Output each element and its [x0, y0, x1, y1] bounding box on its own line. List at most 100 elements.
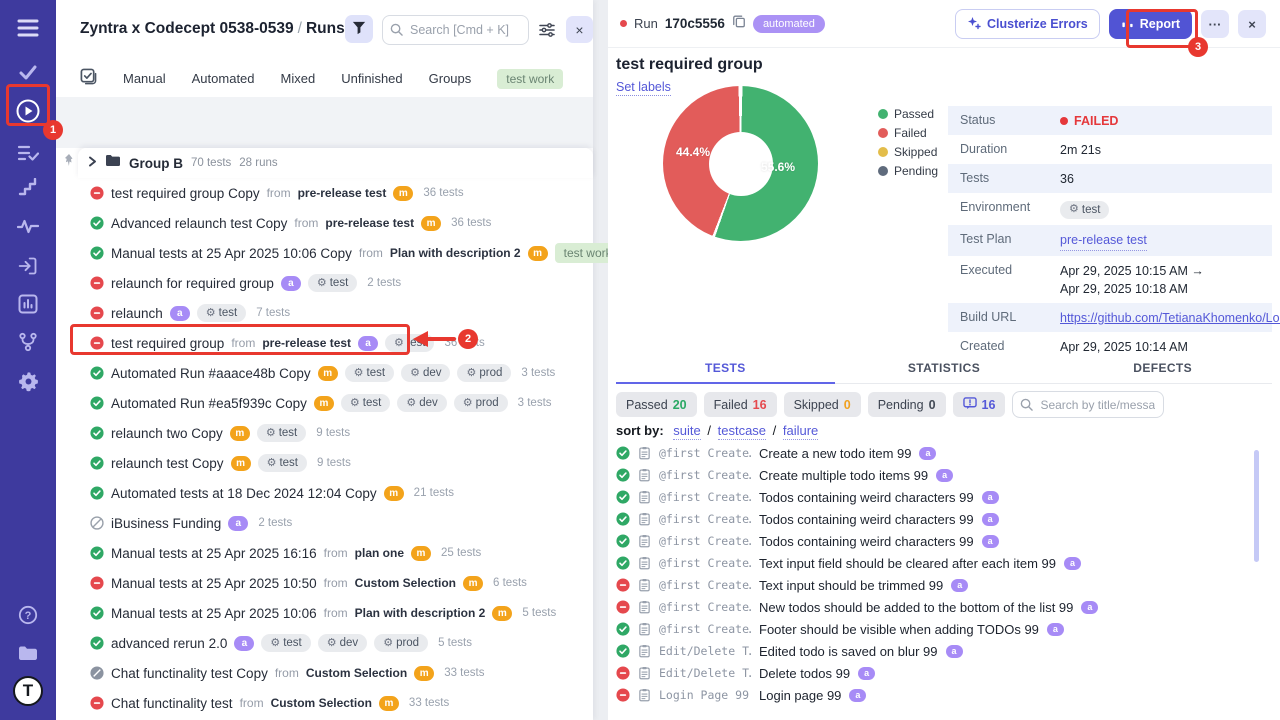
- test-row[interactable]: Edit/Delete T…Delete todos 99a: [616, 662, 1256, 684]
- tab-mixed[interactable]: Mixed: [281, 71, 316, 86]
- label-filter-chip[interactable]: test work: [497, 69, 563, 89]
- detail-row: Test Planpre-release test: [948, 225, 1272, 255]
- chevron-right-icon[interactable]: [88, 154, 97, 172]
- test-case-icon: [638, 578, 651, 592]
- test-case-icon: [638, 600, 651, 614]
- run-row[interactable]: advanced rerun 2.0a⚙test⚙dev⚙prod5 tests: [56, 628, 593, 658]
- from-label: from: [359, 246, 383, 260]
- group-runs-count: 28 runs: [239, 157, 277, 169]
- runs-play-icon[interactable]: [0, 92, 56, 130]
- run-plan-name: pre-release test: [298, 186, 387, 200]
- tab-automated[interactable]: Automated: [192, 71, 255, 86]
- filter-chip-failed[interactable]: Failed16: [704, 392, 777, 417]
- copy-icon[interactable]: [732, 14, 746, 33]
- sparkles-icon: [967, 16, 981, 33]
- runs-search-input[interactable]: [382, 15, 529, 45]
- test-row[interactable]: @first Create…Text input field should be…: [616, 552, 1256, 574]
- tab-defects[interactable]: DEFECTS: [1053, 354, 1272, 383]
- run-row[interactable]: Manual tests at 25 Apr 2025 10:06 Copyfr…: [56, 238, 593, 268]
- branches-icon[interactable]: [0, 323, 56, 361]
- test-row[interactable]: @first Create…Todos containing weird cha…: [616, 530, 1256, 552]
- environment-chip-label: test: [283, 637, 302, 649]
- test-row[interactable]: @first Create…New todos should be added …: [616, 596, 1256, 618]
- panel-close-button[interactable]: ×: [566, 16, 593, 43]
- run-row[interactable]: relaunch test Copym⚙test9 tests: [56, 448, 593, 478]
- tests-search-input[interactable]: [1012, 391, 1164, 418]
- run-row[interactable]: relaunch two Copym⚙test9 tests: [56, 418, 593, 448]
- test-row[interactable]: @first Create…Todos containing weird cha…: [616, 486, 1256, 508]
- detail-value: 36: [1060, 170, 1074, 188]
- test-row[interactable]: @first Create…Create a new todo item 99a: [616, 442, 1256, 464]
- run-row[interactable]: Automated Run #aaace48b Copym⚙test⚙dev⚙p…: [56, 358, 593, 388]
- test-row[interactable]: Edit/Delete T…Edited todo is saved on bl…: [616, 640, 1256, 662]
- settings-gear-icon[interactable]: [0, 362, 56, 400]
- group-row[interactable]: Group B 70 tests 28 runs: [78, 148, 593, 178]
- detail-close-button[interactable]: ×: [1238, 10, 1266, 38]
- test-cases-icon[interactable]: [0, 134, 56, 172]
- filter-button[interactable]: [345, 15, 373, 43]
- from-label: from: [324, 546, 348, 560]
- tab-tests[interactable]: TESTS: [616, 354, 835, 383]
- more-button[interactable]: ···: [1201, 10, 1229, 38]
- steps-icon[interactable]: [0, 168, 56, 206]
- report-button[interactable]: Report: [1109, 9, 1192, 39]
- filter-label: Pending: [878, 398, 924, 412]
- run-row[interactable]: relaunch for required groupa⚙test2 tests: [56, 268, 593, 298]
- run-row[interactable]: Manual tests at 25 Apr 2025 16:16frompla…: [56, 538, 593, 568]
- environment-chip: ⚙test: [341, 394, 390, 412]
- run-row[interactable]: Automated tests at 18 Dec 2024 12:04 Cop…: [56, 478, 593, 508]
- legend-item-passed[interactable]: Passed: [878, 107, 938, 121]
- projects-icon[interactable]: [0, 634, 56, 672]
- legend-item-failed[interactable]: Failed: [878, 126, 938, 140]
- test-row[interactable]: @first Create…Text input should be trimm…: [616, 574, 1256, 596]
- detail-label: Status: [960, 112, 1060, 127]
- run-row[interactable]: Advanced relaunch test Copyfrompre-relea…: [56, 208, 593, 238]
- run-row[interactable]: Chat functinality test CopyfromCustom Se…: [56, 658, 593, 688]
- run-row[interactable]: test required groupfrompre-release testa…: [56, 328, 593, 358]
- filter-chip-passed[interactable]: Passed20: [616, 392, 697, 417]
- test-row[interactable]: @first Create…Footer should be visible w…: [616, 618, 1256, 640]
- gear-icon: ⚙: [270, 638, 280, 649]
- comments-count: 16: [982, 398, 996, 412]
- tab-statistics[interactable]: STATISTICS: [835, 354, 1054, 383]
- tune-icon[interactable]: [537, 21, 557, 39]
- build-url-link[interactable]: https://github.com/TetianaKhomenko/Lo...: [1060, 309, 1280, 327]
- run-row[interactable]: Manual tests at 25 Apr 2025 10:50fromCus…: [56, 568, 593, 598]
- sort-link-testcase[interactable]: testcase: [718, 423, 766, 440]
- run-row[interactable]: Automated Run #ea5f939c Copym⚙test⚙dev⚙p…: [56, 388, 593, 418]
- run-row[interactable]: Manual tests at 25 Apr 2025 10:06fromPla…: [56, 598, 593, 628]
- test-row[interactable]: Login Page 99Login page 99a: [616, 684, 1256, 706]
- run-row[interactable]: relauncha⚙test7 tests: [56, 298, 593, 328]
- comments-filter-chip[interactable]: 16: [953, 392, 1006, 417]
- filter-chip-skipped[interactable]: Skipped0: [784, 392, 861, 417]
- pulse-icon[interactable]: [0, 207, 56, 245]
- tab-unfinished[interactable]: Unfinished: [341, 71, 402, 86]
- run-row[interactable]: iBusiness Fundinga2 tests: [56, 508, 593, 538]
- menu-icon[interactable]: [0, 9, 56, 47]
- scrollbar-thumb[interactable]: [1254, 450, 1259, 562]
- avatar[interactable]: T: [0, 672, 56, 710]
- analytics-icon[interactable]: [0, 285, 56, 323]
- legend-item-pending[interactable]: Pending: [878, 164, 938, 178]
- detail-label: Created: [960, 338, 1060, 353]
- run-row[interactable]: Chat functinality testfromCustom Selecti…: [56, 688, 593, 718]
- set-labels-link[interactable]: Set labels: [616, 80, 671, 96]
- passed-status-icon: [616, 644, 630, 658]
- tab-groups[interactable]: Groups: [429, 71, 472, 86]
- test-plan-link[interactable]: pre-release test: [1060, 231, 1147, 250]
- clusterize-errors-button[interactable]: Clusterize Errors: [955, 9, 1100, 39]
- test-row[interactable]: @first Create…Create multiple todo items…: [616, 464, 1256, 486]
- manual-badge: m: [314, 396, 334, 411]
- multi-select-icon[interactable]: [80, 68, 97, 90]
- help-icon[interactable]: ?: [0, 596, 56, 634]
- passed-status-icon: [616, 556, 630, 570]
- check-icon[interactable]: [0, 53, 56, 91]
- run-row[interactable]: test required group Copyfrompre-release …: [56, 178, 593, 208]
- sort-link-suite[interactable]: suite: [673, 423, 700, 440]
- tab-manual[interactable]: Manual: [123, 71, 166, 86]
- legend-item-skipped[interactable]: Skipped: [878, 145, 938, 159]
- test-row[interactable]: @first Create…Todos containing weird cha…: [616, 508, 1256, 530]
- sort-link-failure[interactable]: failure: [783, 423, 818, 440]
- import-icon[interactable]: [0, 247, 56, 285]
- filter-chip-pending[interactable]: Pending0: [868, 392, 946, 417]
